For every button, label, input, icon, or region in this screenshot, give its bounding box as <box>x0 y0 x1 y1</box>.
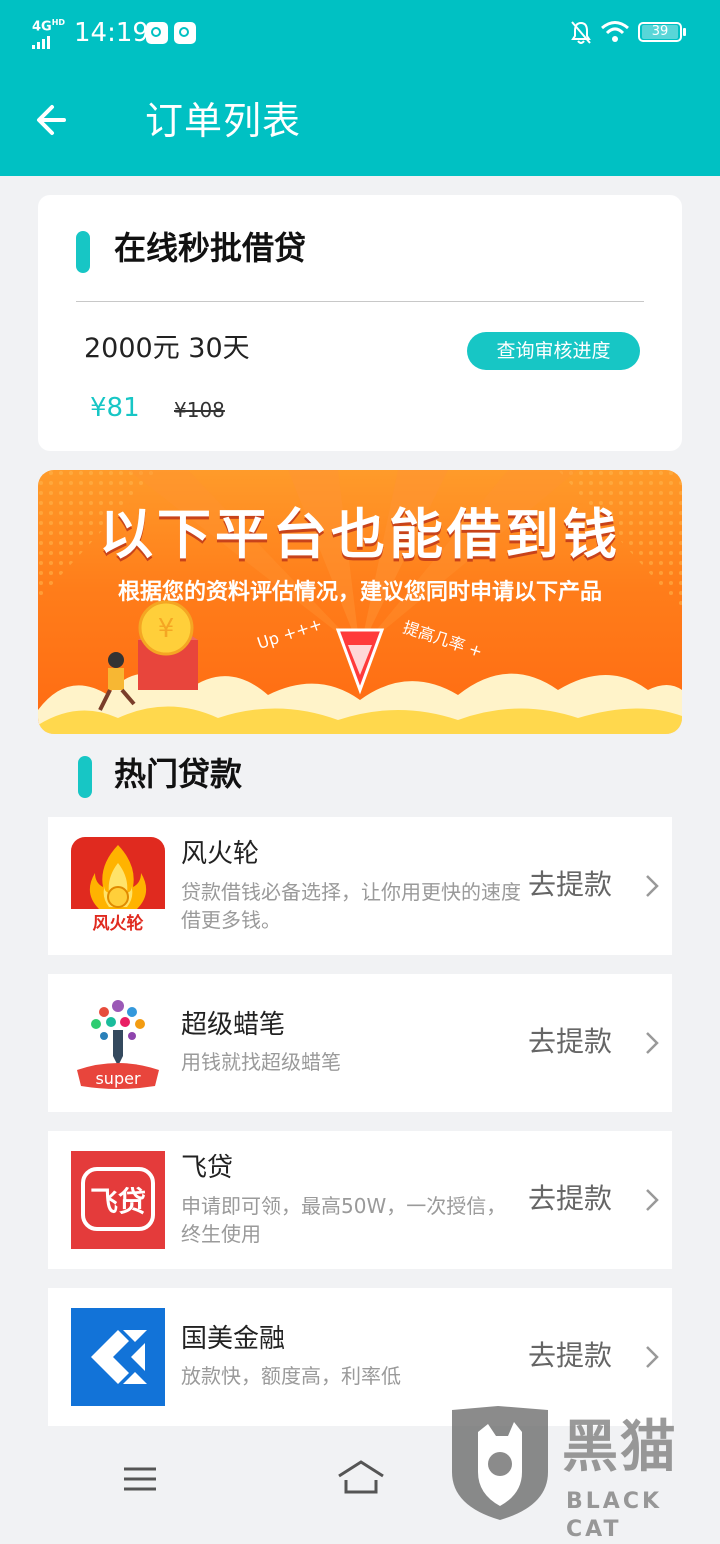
page-title: 订单列表 <box>145 99 302 143</box>
loan-item[interactable]: super 超级蜡笔 用钱就找超级蜡笔 去提款 <box>48 974 672 1112</box>
svg-text:飞贷: 飞贷 <box>90 1185 146 1218</box>
watermark-subtext: BLACK CAT <box>566 1489 663 1542</box>
chevron-right-icon <box>646 1032 659 1054</box>
chevron-right-icon <box>646 1189 659 1211</box>
svg-text:¥: ¥ <box>158 614 175 644</box>
wifi-icon <box>601 21 629 42</box>
app-header: 订单列表 <box>0 64 720 176</box>
loan-description: 贷款借钱必备选择，让你用更快的速度借更多钱。 <box>181 880 521 932</box>
check-progress-button[interactable]: 查询审核进度 <box>467 332 640 370</box>
section-accent-bar <box>78 756 92 798</box>
mute-bell-icon <box>571 21 591 44</box>
battery-icon: 39 <box>638 22 686 42</box>
loan-description: 放款快，额度高，利率低 <box>181 1364 401 1388</box>
withdraw-button[interactable]: 去提款 <box>528 867 612 903</box>
order-price: ¥81 <box>90 393 140 423</box>
chevron-right-icon <box>646 875 659 897</box>
signal-icon <box>32 30 52 49</box>
withdraw-button[interactable]: 去提款 <box>528 1024 612 1060</box>
withdraw-button[interactable]: 去提款 <box>528 1338 612 1374</box>
banner-title: 以下平台也能借到钱 <box>99 503 621 566</box>
status-time: 14:19 <box>74 18 149 48</box>
order-section-title: 在线秒批借贷 <box>114 229 307 267</box>
order-original-price: ¥108 <box>174 398 225 422</box>
loan-description: 用钱就找超级蜡笔 <box>181 1050 341 1074</box>
hot-loans-title: 热门贷款 <box>114 755 243 793</box>
order-description: 2000元 30天 <box>84 333 250 364</box>
loan-item[interactable]: 风火轮 风火轮 贷款借钱必备选择，让你用更快的速度借更多钱。 去提款 <box>48 817 672 955</box>
chevron-right-icon <box>646 1346 659 1368</box>
loan-description: 申请即可领，最高50W，一次授信，终生使用 <box>181 1194 507 1246</box>
feidai-logo-icon: 飞贷 <box>71 1151 165 1249</box>
promo-banner[interactable]: 以下平台也能借到钱 根据您的资料评估情况，建议您同时申请以下产品 Up +++ … <box>38 470 682 734</box>
loan-name: 超级蜡笔 <box>181 1010 286 1040</box>
notification-app-icon <box>174 22 196 44</box>
loan-item[interactable]: 飞贷 飞贷 申请即可领，最高50W，一次授信，终生使用 去提款 <box>48 1131 672 1269</box>
svg-text:风火轮: 风火轮 <box>93 913 144 934</box>
watermark-text: 黑猫 <box>562 1415 678 1480</box>
notification-app-icon <box>146 22 168 44</box>
status-bar: 4GHD 14:19 39 <box>0 0 720 64</box>
withdraw-button[interactable]: 去提款 <box>528 1181 612 1217</box>
gome-finance-logo-icon <box>71 1308 165 1406</box>
divider <box>76 301 644 302</box>
menu-icon[interactable] <box>122 1466 158 1492</box>
loan-name: 国美金融 <box>181 1324 286 1354</box>
super-crayon-logo-icon: super <box>71 994 165 1092</box>
order-card: 在线秒批借贷 2000元 30天 查询审核进度 ¥81 ¥108 <box>38 195 682 451</box>
banner-illustration: ¥ <box>38 600 682 734</box>
home-icon[interactable] <box>336 1458 386 1498</box>
svg-text:super: super <box>95 1069 140 1088</box>
loan-name: 风火轮 <box>181 839 260 869</box>
back-arrow-icon[interactable] <box>30 94 82 146</box>
fire-wheel-logo-icon: 风火轮 <box>71 837 165 935</box>
loan-name: 飞贷 <box>181 1153 234 1183</box>
section-accent-bar <box>76 231 90 273</box>
